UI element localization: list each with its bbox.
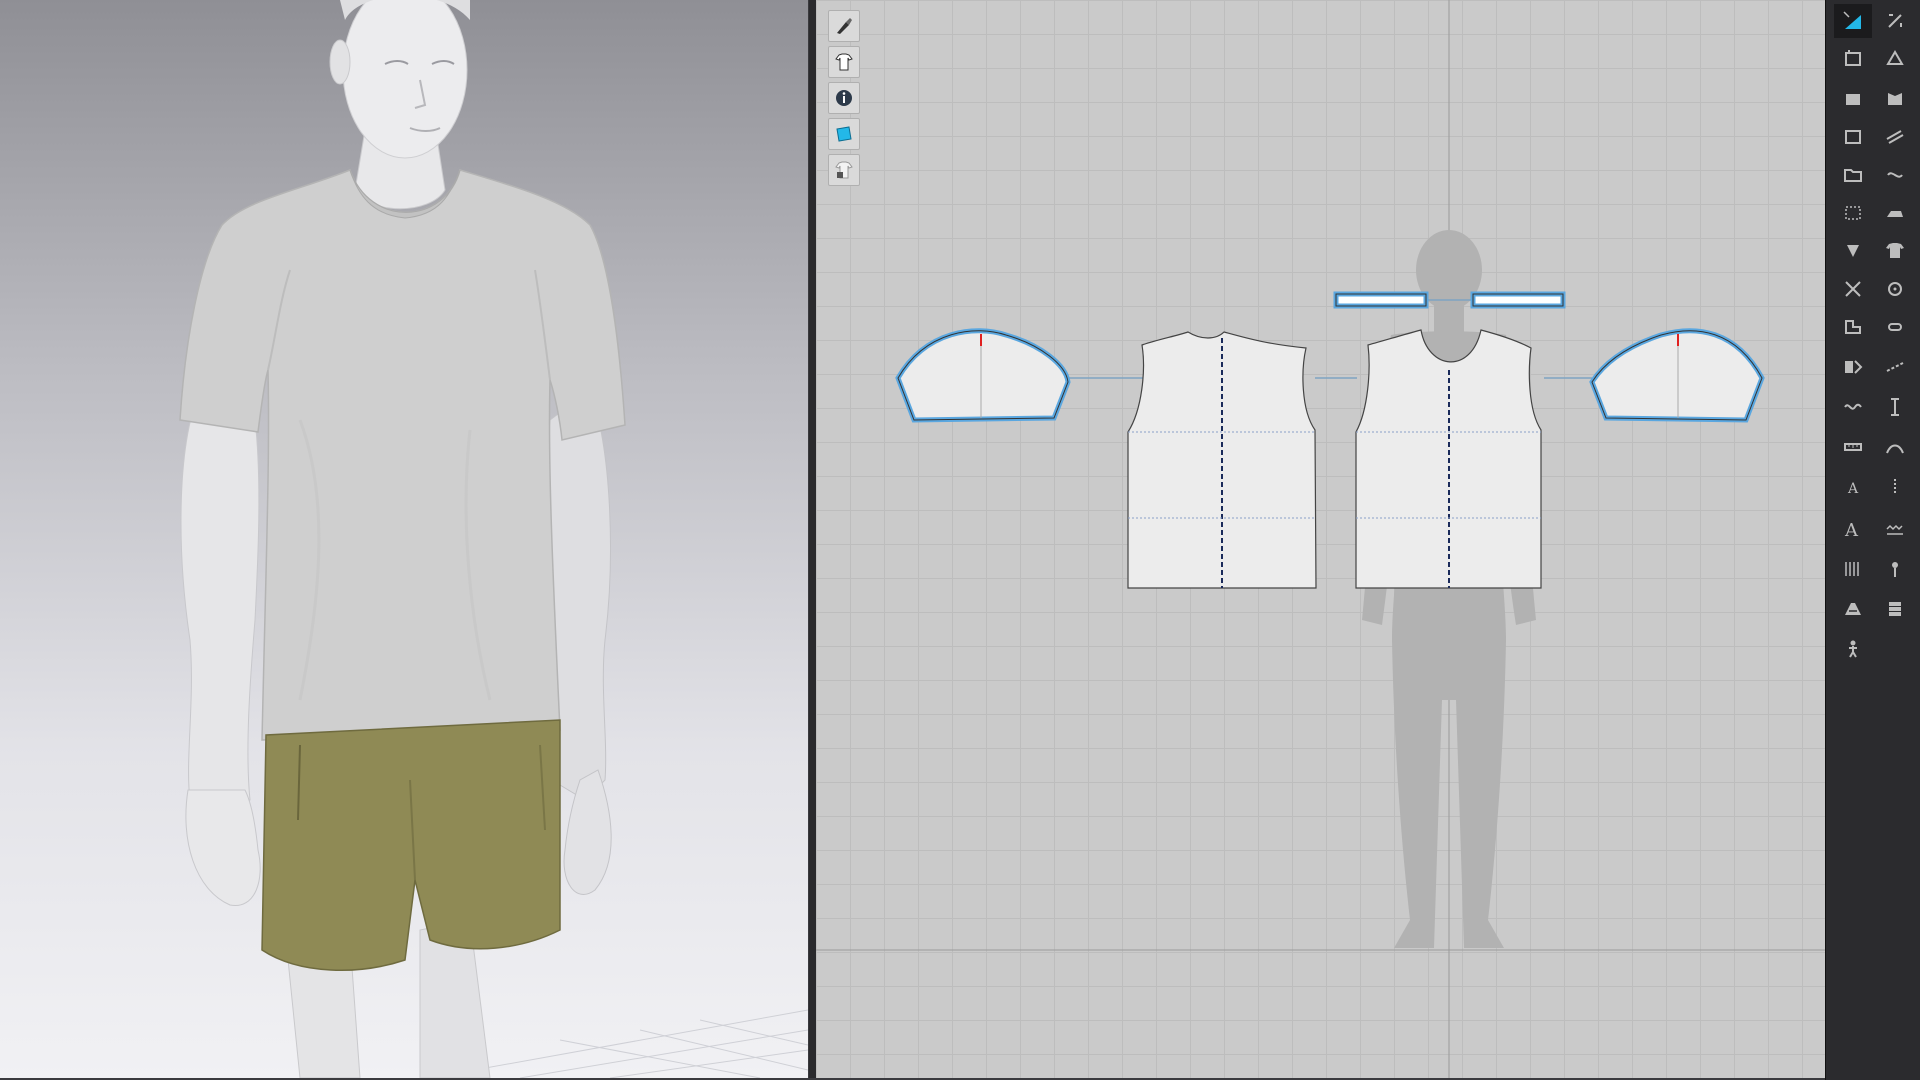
polygon-tool-button[interactable] <box>1834 82 1872 116</box>
pin-tool-button[interactable] <box>1876 552 1914 586</box>
edit-pattern-icon <box>1888 14 1902 28</box>
stitch-tool-button[interactable] <box>1876 512 1914 546</box>
select-pattern-tool-button[interactable] <box>1834 4 1872 38</box>
iron-icon <box>1887 211 1903 217</box>
dart-icon <box>1847 245 1859 257</box>
elastic-tool-button[interactable] <box>1834 390 1872 424</box>
avatar-pose-tool-button[interactable] <box>1834 632 1872 666</box>
layer-tool-button[interactable] <box>1876 592 1914 626</box>
texture-icon <box>836 126 852 142</box>
front-bodice[interactable] <box>1355 329 1542 589</box>
texture-button[interactable] <box>828 118 860 150</box>
neckband-left[interactable] <box>1333 291 1429 309</box>
topstitch-tool-button[interactable] <box>1876 350 1914 384</box>
brush-tool-button[interactable] <box>828 10 860 42</box>
svg-text:A: A <box>1847 481 1859 497</box>
notch-icon <box>1845 320 1861 334</box>
zipper-tool-button[interactable] <box>1876 470 1914 504</box>
button-icon <box>1888 282 1902 296</box>
cut-tool-button[interactable] <box>1834 272 1872 306</box>
grading-icon <box>1845 562 1859 576</box>
svg-text:A: A <box>1844 520 1859 541</box>
layer-icon <box>1889 602 1901 616</box>
2d-canvas[interactable] <box>816 0 1825 1078</box>
internal-shape-icon <box>1888 93 1902 105</box>
shirt-tool-button[interactable] <box>1876 234 1914 268</box>
fabric-grain-tool-button[interactable] <box>1834 592 1872 626</box>
add-point-icon <box>1886 50 1904 65</box>
sleeve-left[interactable] <box>895 328 1071 423</box>
sleeve-right[interactable] <box>1589 328 1765 423</box>
lock-garment-icon <box>835 161 853 179</box>
buttonhole-tool-button[interactable] <box>1876 310 1914 344</box>
avatar-pose-icon <box>1849 640 1857 658</box>
cut-icon <box>1845 281 1861 297</box>
free-sewing-tool-button[interactable] <box>1876 158 1914 192</box>
text-add-icon: A <box>1847 481 1859 497</box>
lock-garment-button[interactable] <box>828 154 860 186</box>
grid-select-icon <box>1845 206 1861 220</box>
elastic-icon <box>1844 403 1862 410</box>
free-sewing-icon <box>1887 172 1903 178</box>
garment-visibility-icon <box>835 53 853 71</box>
curve-measure-tool-button[interactable] <box>1876 430 1914 464</box>
unfold-tool-button[interactable] <box>1834 350 1872 384</box>
dart-tool-button[interactable] <box>1834 234 1872 268</box>
folder-tool-button[interactable] <box>1834 158 1872 192</box>
info-button[interactable] <box>828 82 860 114</box>
folder-icon <box>1844 169 1862 182</box>
text-tool-button[interactable]: A <box>1834 512 1872 546</box>
segment-sewing-tool-button[interactable] <box>1876 120 1914 154</box>
shorts-garment[interactable] <box>261 719 561 971</box>
measure-line-tool-button[interactable] <box>1876 390 1914 424</box>
brush-icon <box>837 18 852 34</box>
pin-icon <box>1892 562 1898 577</box>
notch-tool-button[interactable] <box>1834 310 1872 344</box>
segment-sewing-icon <box>1886 130 1904 144</box>
measure-line-icon <box>1891 398 1899 416</box>
curve-measure-icon <box>1886 444 1904 454</box>
select-pattern-icon <box>1843 11 1861 29</box>
transform-icon <box>1845 50 1861 66</box>
ruler-icon <box>1844 443 1862 451</box>
edit-pattern-tool-button[interactable] <box>1876 4 1914 38</box>
topstitch-icon <box>1886 362 1904 372</box>
back-bodice[interactable] <box>1127 331 1317 589</box>
grading-tool-button[interactable] <box>1834 552 1872 586</box>
3d-viewport[interactable] <box>0 0 808 1078</box>
text-add-tool-button[interactable]: A <box>1834 470 1872 504</box>
stitch-icon <box>1886 524 1903 535</box>
internal-shape-tool-button[interactable] <box>1876 82 1914 116</box>
ruler-tool-button[interactable] <box>1834 430 1872 464</box>
grid-select-tool-button[interactable] <box>1834 196 1872 230</box>
polygon-icon <box>1846 94 1860 105</box>
transform-tool-button[interactable] <box>1834 42 1872 76</box>
2d-pattern-window[interactable] <box>816 0 1825 1078</box>
buttonhole-icon <box>1888 323 1902 331</box>
rectangle-icon <box>1845 130 1861 144</box>
neckband-right[interactable] <box>1470 291 1566 309</box>
2d-floating-toolbar <box>828 10 860 186</box>
add-point-tool-button[interactable] <box>1876 42 1914 76</box>
button-tool-button[interactable] <box>1876 272 1914 306</box>
shirt-icon <box>1886 243 1904 258</box>
iron-tool-button[interactable] <box>1876 196 1914 230</box>
info-icon <box>836 90 852 106</box>
rectangle-tool-button[interactable] <box>1834 120 1872 154</box>
3d-scene[interactable] <box>0 0 808 1078</box>
zipper-icon <box>1894 479 1896 495</box>
unfold-icon <box>1845 360 1863 374</box>
fabric-grain-icon <box>1845 603 1861 615</box>
pattern-tools-toolbar: AA <box>1825 0 1920 1080</box>
garment-visibility-button[interactable] <box>828 46 860 78</box>
text-icon: A <box>1844 520 1859 541</box>
